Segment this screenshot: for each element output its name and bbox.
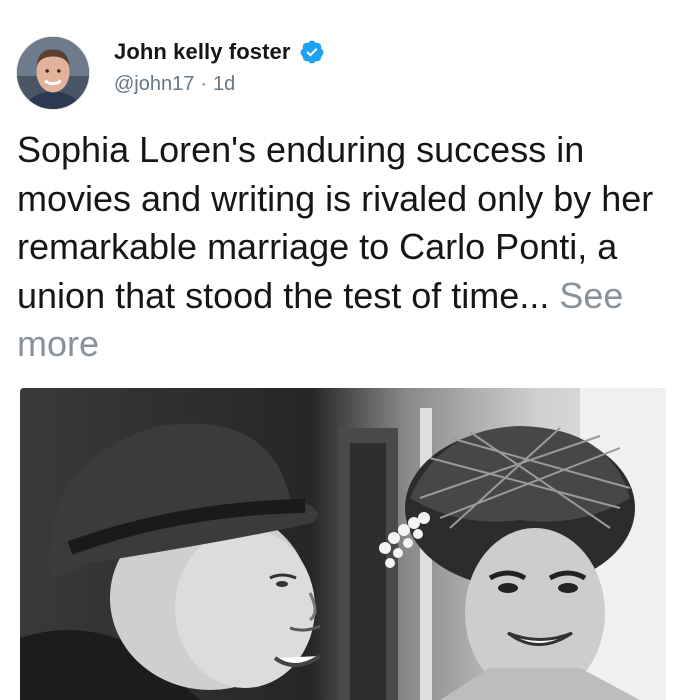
post-photo[interactable]	[20, 388, 666, 700]
post-header: John kelly foster @john17 · 1d	[16, 36, 676, 112]
meta-separator: ·	[200, 73, 208, 95]
verified-badge-icon	[299, 39, 325, 65]
photo-image	[20, 388, 666, 700]
author-handle[interactable]: @john17	[114, 73, 194, 96]
author-display-name[interactable]: John kelly foster	[114, 39, 291, 65]
post-timestamp[interactable]: 1d	[213, 73, 235, 96]
avatar-photo-icon	[17, 37, 89, 109]
post-text: Sophia Loren's enduring success in movie…	[17, 126, 677, 369]
name-row: John kelly foster	[114, 39, 325, 65]
meta-row: @john17 · 1d	[114, 73, 235, 96]
post-body-text: Sophia Loren's enduring success in movie…	[17, 129, 654, 316]
author-avatar[interactable]	[16, 36, 90, 110]
